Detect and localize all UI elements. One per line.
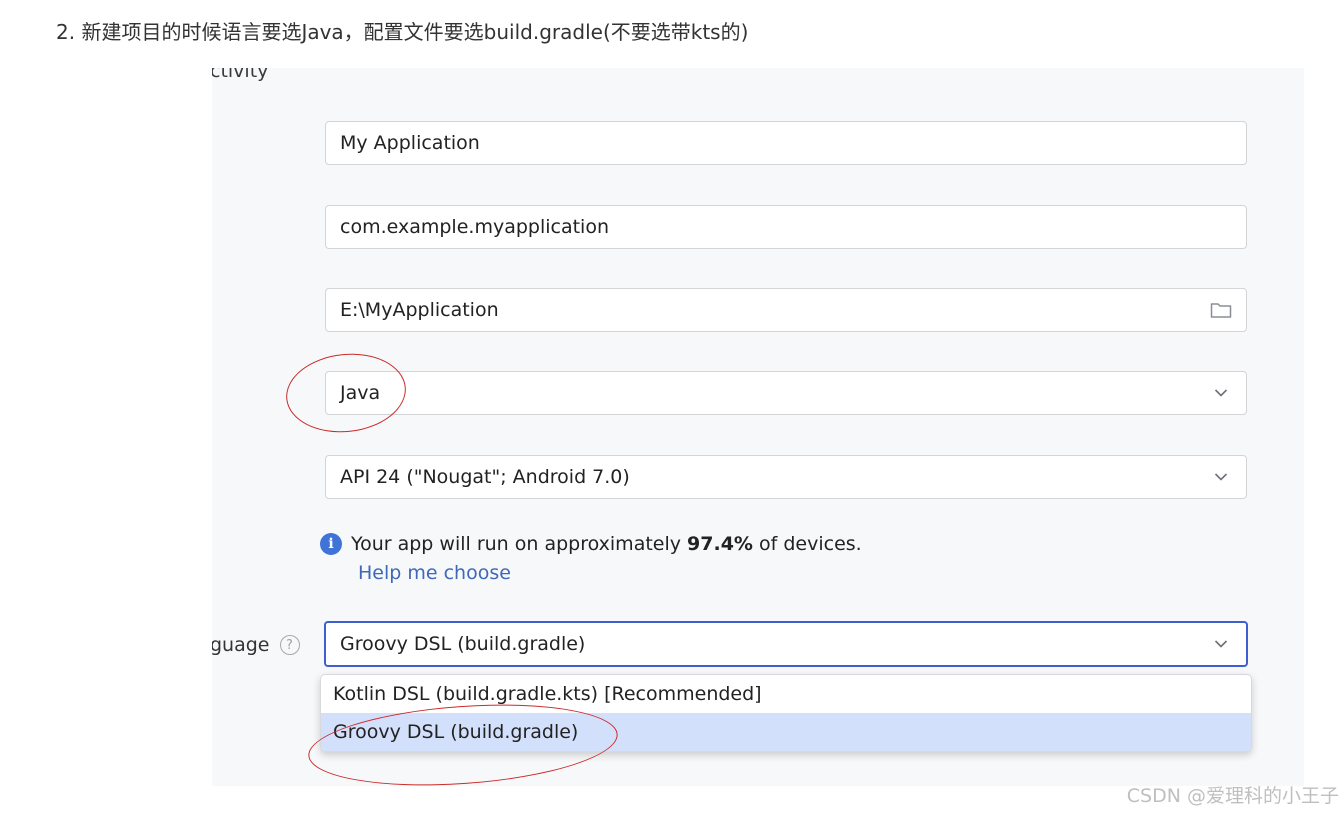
coverage-percent: 97.4% [687, 533, 753, 555]
build-config-dropdown-menu: Kotlin DSL (build.gradle.kts) [Recommend… [320, 674, 1252, 752]
watermark: CSDN @爱理科的小王子 [1126, 785, 1339, 807]
info-icon: i [320, 533, 342, 555]
question-mark-icon[interactable]: ? [279, 635, 300, 655]
name-field[interactable]: My Application [325, 121, 1247, 165]
language-value: Java [340, 382, 381, 404]
save-location-field[interactable]: E:\MyApplication [325, 288, 1247, 332]
folder-icon[interactable] [1210, 299, 1232, 321]
chevron-down-icon [1210, 633, 1232, 655]
save-location-value: E:\MyApplication [340, 299, 499, 321]
help-me-choose-link[interactable]: Help me choose [358, 562, 511, 584]
device-coverage-info: i Your app will run on approximately 97.… [320, 530, 862, 558]
build-config-select[interactable]: Groovy DSL (build.gradle) [324, 621, 1248, 667]
minimum-sdk-value: API 24 ("Nougat"; Android 7.0) [340, 466, 630, 488]
option-groovy-dsl[interactable]: Groovy DSL (build.gradle) [321, 713, 1251, 751]
chevron-down-icon [1210, 382, 1232, 404]
build-config-value: Groovy DSL (build.gradle) [340, 633, 586, 655]
build-config-label-text: guage [212, 634, 270, 656]
caption-text: 2. 新建项目的时候语言要选Java，配置文件要选build.gradle(不要… [56, 20, 749, 44]
name-field-value: My Application [340, 132, 480, 154]
minimum-sdk-select[interactable]: API 24 ("Nougat"; Android 7.0) [325, 455, 1247, 499]
info-prefix: Your app will run on approximately [351, 533, 688, 555]
chevron-down-icon [1210, 466, 1232, 488]
package-name-field[interactable]: com.example.myapplication [325, 205, 1247, 249]
option-kotlin-dsl[interactable]: Kotlin DSL (build.gradle.kts) [Recommend… [321, 675, 1251, 713]
section-label: ctivity [212, 68, 269, 82]
info-suffix: of devices. [752, 533, 862, 555]
package-name-value: com.example.myapplication [340, 216, 609, 238]
build-config-label: guage ? [212, 632, 300, 658]
new-project-dialog: ctivity My Application com.example.myapp… [212, 68, 1304, 786]
language-select[interactable]: Java [325, 371, 1247, 415]
